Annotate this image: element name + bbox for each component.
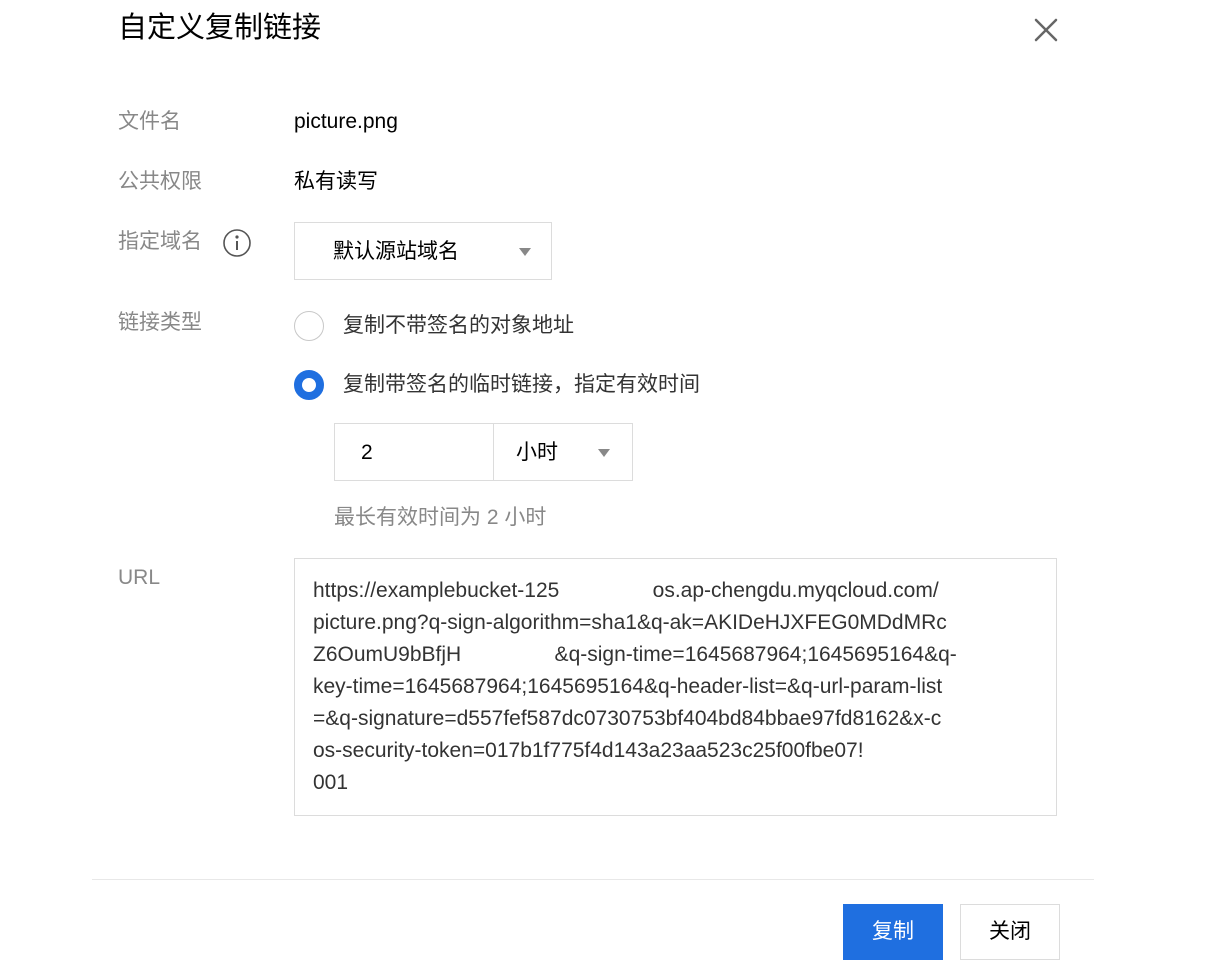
url-textarea[interactable]: https://examplebucket-125 os.ap-chengdu.… [294,558,1057,816]
validity-unit-select[interactable]: 小时 [493,423,633,481]
url-line: https://examplebucket-125 os.ap-chengdu.… [313,579,939,602]
link-type-label: 链接类型 [118,311,202,334]
radio-unsigned-url[interactable] [294,311,324,341]
validity-input[interactable]: 2 [334,423,494,481]
url-line: key-time=1645687964;1645695164&q-header-… [313,675,943,698]
close-icon[interactable] [1026,10,1066,50]
permission-label: 公共权限 [118,170,202,193]
filename-label: 文件名 [118,110,181,133]
radio-signed-url[interactable] [294,370,324,400]
radio-signed-url-label[interactable]: 复制带签名的临时链接，指定有效时间 [343,371,700,399]
copy-link-dialog: 自定义复制链接 文件名 picture.png 公共权限 私有读写 指定域名 默… [0,0,1208,976]
permission-value: 私有读写 [294,170,378,193]
domain-label: 指定域名 [118,230,202,253]
validity-hint: 最长有效时间为 2 小时 [334,506,547,529]
filename-value: picture.png [294,110,398,133]
domain-select[interactable]: 默认源站域名 [294,222,552,280]
url-line: picture.png?q-sign-algorithm=sha1&q-ak=A… [313,611,947,634]
url-line: 001 [313,771,349,794]
info-icon[interactable] [222,228,252,258]
chevron-down-icon [519,248,531,256]
url-line: Z6OumU9bBfjH &q-sign-time=1645687964;164… [313,643,957,666]
url-line: os-security-token=017b1f775f4d143a23aa52… [313,739,864,762]
close-button[interactable]: 关闭 [960,904,1060,960]
url-line: =&q-signature=d557fef587dc0730753bf404bd… [313,707,942,730]
footer-divider [92,879,1094,880]
validity-unit-value: 小时 [516,441,558,464]
radio-unsigned-url-label[interactable]: 复制不带签名的对象地址 [343,312,574,340]
validity-value: 2 [361,441,373,464]
chevron-down-icon [598,449,610,457]
dialog-title: 自定义复制链接 [118,12,322,44]
url-label: URL [118,566,161,589]
domain-select-value: 默认源站域名 [333,240,459,263]
copy-button[interactable]: 复制 [843,904,943,960]
